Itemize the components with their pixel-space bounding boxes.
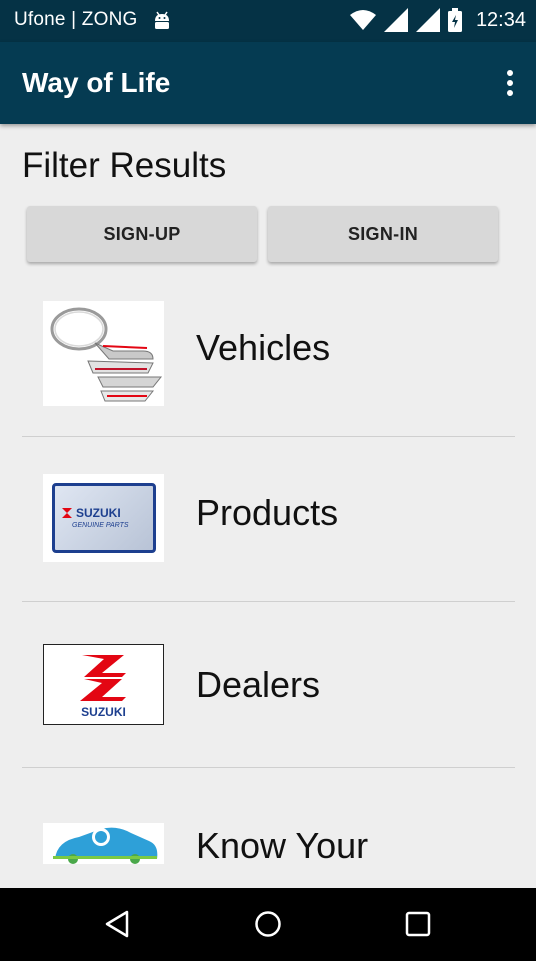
status-icons: 12:34 bbox=[349, 8, 526, 32]
suzuki-genuine-parts-image: SUZUKI GENUINE PARTS bbox=[43, 474, 164, 562]
more-vert-icon[interactable] bbox=[506, 69, 514, 97]
main-content[interactable]: Filter Results SIGN-UP SIGN-IN Vehicles bbox=[0, 124, 536, 888]
whats-my-car-worth-image bbox=[43, 823, 164, 864]
app-title: Way of Life bbox=[22, 67, 171, 98]
battery-icon bbox=[447, 8, 462, 32]
back-triangle-icon bbox=[105, 910, 129, 938]
recents-button[interactable] bbox=[398, 904, 438, 944]
suzuki-logo-image: SUZUKI bbox=[43, 644, 164, 725]
nav-bar bbox=[0, 888, 536, 961]
signup-button[interactable]: SIGN-UP bbox=[27, 206, 257, 262]
list-item-label: Know Your bbox=[196, 825, 369, 866]
signal-icon bbox=[383, 8, 408, 32]
carrier-label: Ufone | ZONG bbox=[14, 9, 138, 30]
home-button[interactable] bbox=[248, 904, 288, 944]
back-button[interactable] bbox=[97, 904, 137, 944]
list-item-vehicles[interactable]: Vehicles bbox=[0, 271, 536, 436]
suzuki-s-logo-icon bbox=[80, 655, 126, 701]
dealer-logo-text: SUZUKI bbox=[81, 705, 126, 719]
product-logo-text: SUZUKI bbox=[76, 506, 121, 520]
suzuki-s-icon bbox=[62, 508, 72, 518]
list-item-label: Dealers bbox=[196, 664, 321, 705]
android-debug-icon bbox=[155, 11, 169, 29]
wifi-icon bbox=[349, 10, 376, 30]
clock: 12:34 bbox=[475, 8, 526, 31]
list-item-products[interactable]: SUZUKI GENUINE PARTS Products bbox=[0, 436, 536, 601]
list-item-know-your[interactable]: Know Your bbox=[0, 767, 536, 888]
list-item-dealers[interactable]: SUZUKI Dealers bbox=[0, 601, 536, 766]
home-circle-icon bbox=[255, 911, 281, 937]
signal-icon-2 bbox=[415, 8, 440, 32]
list-item-label: Vehicles bbox=[196, 327, 331, 368]
recents-square-icon bbox=[405, 911, 431, 937]
product-logo-sub: GENUINE PARTS bbox=[72, 522, 129, 529]
page-title: Filter Results bbox=[22, 146, 227, 185]
app-bar: Way of Life bbox=[0, 42, 536, 124]
signin-button[interactable]: SIGN-IN bbox=[268, 206, 498, 262]
suzuki-keychain-image bbox=[43, 301, 164, 406]
list-item-label: Products bbox=[196, 492, 339, 533]
status-bar: Ufone | ZONG 12:34 bbox=[0, 0, 536, 42]
